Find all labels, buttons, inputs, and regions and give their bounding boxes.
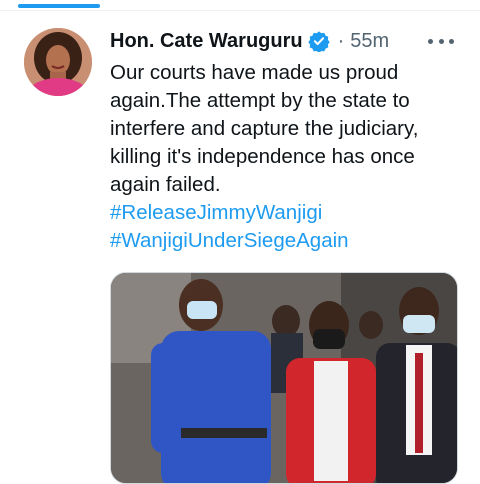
tweet-body: Our courts have made us proud again.The … [110,59,470,255]
header-separator: · [337,29,345,52]
avatar-image [24,28,92,96]
hashtag-link[interactable]: #WanjigiUnderSiegeAgain [110,227,470,255]
tweet-media-image[interactable] [110,272,458,484]
hashtag-link[interactable]: #ReleaseJimmyWanjigi [110,199,470,227]
tweet-header: Hon. Cate Waruguru · 55m [110,28,468,54]
more-options-icon[interactable] [428,30,454,52]
media-photo [111,273,457,483]
top-divider [0,10,480,11]
verified-badge-icon [307,30,330,52]
tweet-text: Our courts have made us proud again.The … [110,61,419,196]
timestamp[interactable]: 55m [350,30,389,53]
active-tab-indicator [18,4,100,8]
author-name[interactable]: Hon. Cate Waruguru [110,30,303,53]
avatar[interactable] [24,28,92,96]
